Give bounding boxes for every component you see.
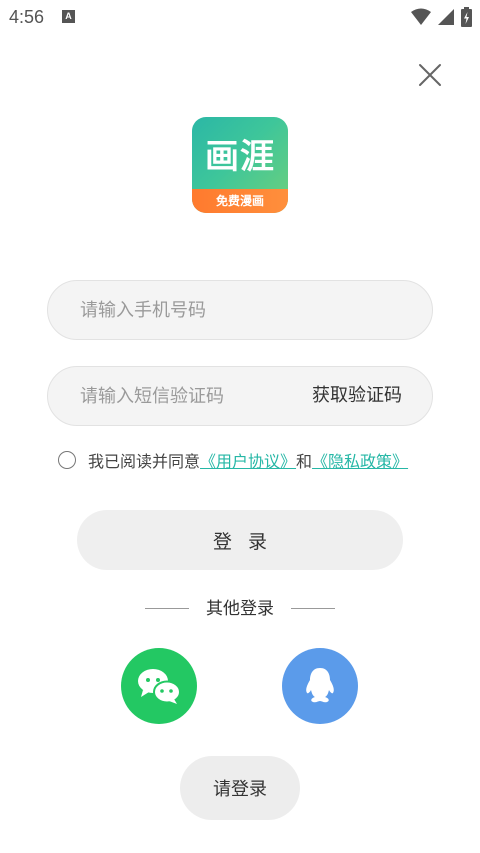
divider-line-right bbox=[291, 608, 335, 609]
phone-input[interactable] bbox=[80, 281, 320, 339]
logo-title: 画涯 bbox=[205, 137, 275, 177]
status-icons bbox=[411, 7, 472, 27]
wechat-login-button[interactable] bbox=[121, 648, 197, 724]
app-logo: 画涯 免费漫画 bbox=[192, 117, 288, 213]
notification-a-icon: A bbox=[62, 10, 75, 23]
wechat-icon bbox=[138, 669, 181, 704]
logo-banner: 免费漫画 bbox=[192, 189, 288, 213]
agreement-conjunction: 和 bbox=[296, 452, 313, 471]
status-time: 4:56 bbox=[9, 7, 45, 27]
privacy-policy-link[interactable]: 《隐私政策》 bbox=[312, 448, 408, 472]
agreement-radio[interactable] bbox=[58, 451, 76, 469]
battery-icon bbox=[461, 7, 472, 27]
qq-icon bbox=[306, 668, 334, 703]
close-icon bbox=[419, 64, 441, 86]
close-button[interactable] bbox=[418, 63, 442, 87]
status-bar: 4:56 A bbox=[0, 0, 480, 34]
wifi-icon bbox=[411, 8, 431, 25]
signal-icon bbox=[438, 9, 454, 25]
other-login-divider: 其他登录 bbox=[145, 597, 335, 621]
login-button[interactable]: 登录 bbox=[77, 510, 403, 570]
agreement-row: 我已阅读并同意 《用户协议》 和 《隐私政策》 bbox=[58, 448, 408, 472]
agreement-prefix: 我已阅读并同意 bbox=[88, 452, 201, 471]
please-login-button[interactable]: 请登录 bbox=[180, 756, 300, 820]
sms-code-input[interactable] bbox=[80, 367, 320, 425]
get-code-button[interactable]: 获取验证码 bbox=[312, 367, 402, 425]
code-field: 获取验证码 bbox=[47, 366, 433, 426]
other-login-label: 其他登录 bbox=[206, 599, 274, 619]
user-agreement-link[interactable]: 《用户协议》 bbox=[200, 448, 296, 472]
phone-field bbox=[47, 280, 433, 340]
qq-login-button[interactable] bbox=[282, 648, 358, 724]
